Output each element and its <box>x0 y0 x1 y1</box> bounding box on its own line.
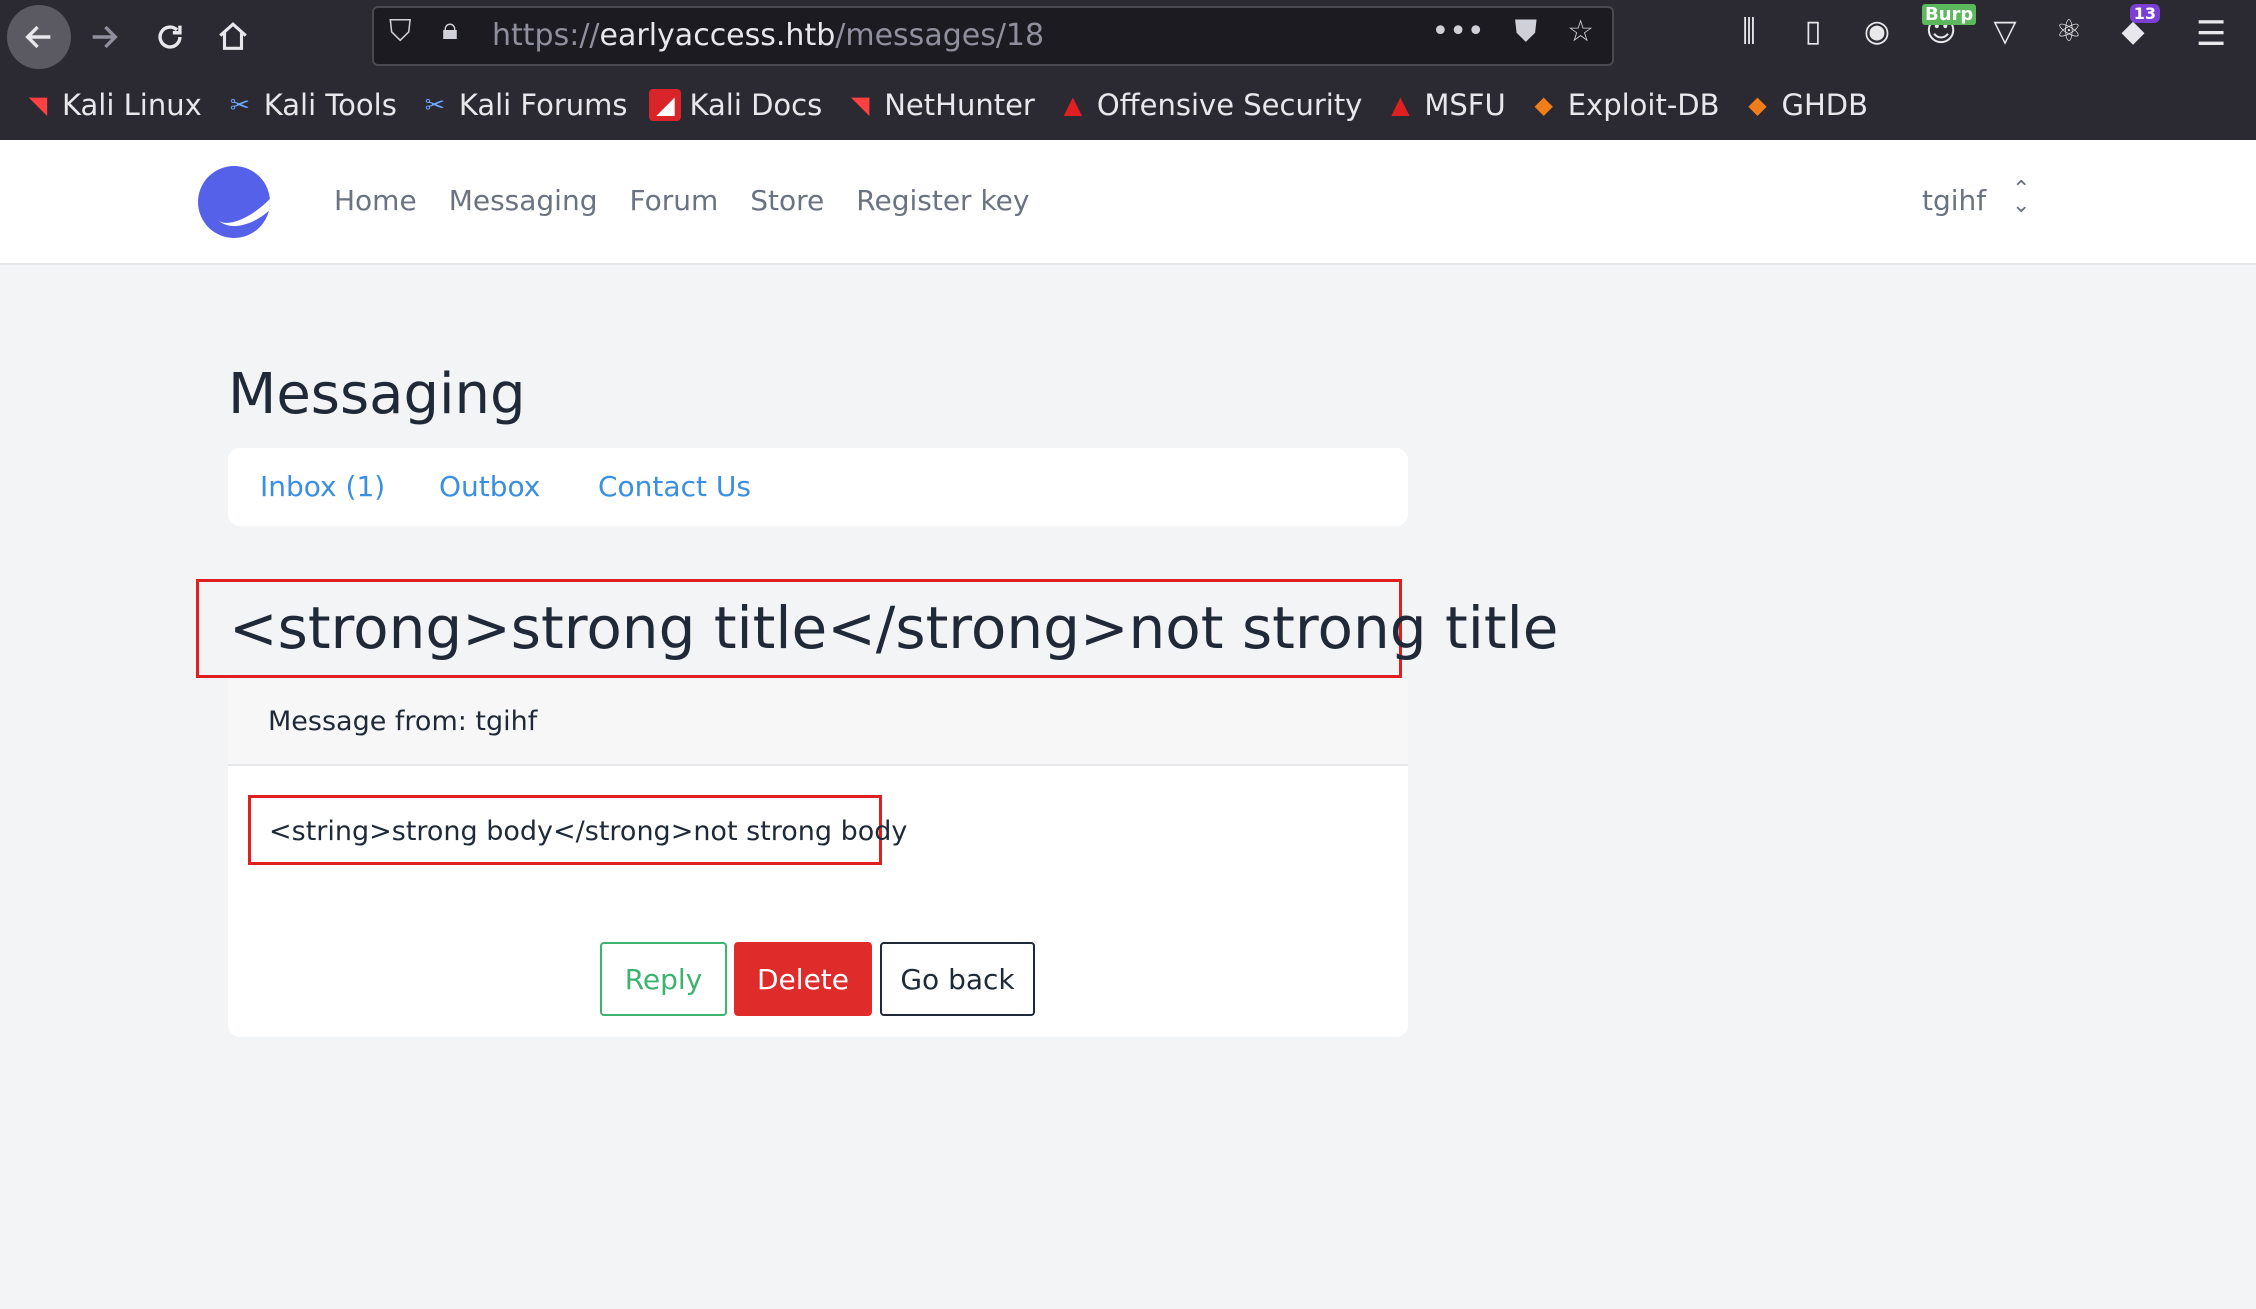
reply-button[interactable]: Reply <box>600 942 727 1016</box>
forward-button[interactable] <box>72 5 136 69</box>
nav-register-key[interactable]: Register key <box>856 184 1029 217</box>
bookmark-label: NetHunter <box>884 88 1035 122</box>
lock-icon[interactable]: 🔒︎ <box>442 12 458 47</box>
bookmark-kali-forums[interactable]: ✂ Kali Forums <box>419 88 628 122</box>
kali-forums-icon: ✂ <box>424 91 445 119</box>
nav-store[interactable]: Store <box>750 184 824 217</box>
chevron-updown-icon[interactable]: ⌃ ⌄ <box>2012 179 2030 217</box>
delete-button[interactable]: Delete <box>734 942 872 1016</box>
account-icon[interactable]: ◉ <box>1858 14 1896 49</box>
arrow-left-icon <box>25 25 51 49</box>
arrow-right-icon <box>92 25 118 49</box>
bookmark-label: GHDB <box>1781 88 1869 122</box>
site-logo[interactable] <box>198 166 270 238</box>
message-body: <string>strong body</strong>not strong b… <box>269 816 908 847</box>
react-devtools-icon[interactable]: ⚛ <box>2050 14 2088 49</box>
bookmarks-bar: ◥ Kali Linux ✂ Kali Tools ✂ Kali Forums ◢ Ka… <box>22 88 1890 122</box>
message-subject: <strong>strong title</strong>not strong … <box>229 594 1559 662</box>
extension-badge-icon[interactable]: ◆ 13 <box>2114 4 2160 49</box>
tab-contact-us[interactable]: Contact Us <box>598 470 751 503</box>
bookmark-offensive-security[interactable]: ▲ Offensive Security <box>1057 88 1363 122</box>
messaging-tabs: Inbox (1) Outbox Contact Us <box>228 448 1408 526</box>
message-card: Message from: tgihf <string>strong body<… <box>228 678 1408 1037</box>
url-path: /messages/18 <box>835 18 1045 53</box>
bookmark-kali-linux[interactable]: ◥ Kali Linux <box>22 88 202 122</box>
url-host: earlyaccess.htb <box>599 18 836 53</box>
tracking-shield-icon[interactable]: ⛉ <box>389 14 412 49</box>
kali-docs-icon: ◢ <box>649 89 682 121</box>
bookmark-exploit-db[interactable]: ◆ Exploit-DB <box>1528 88 1720 122</box>
home-icon <box>219 22 247 50</box>
home-button[interactable] <box>201 5 265 69</box>
kali-dragon-icon: ◥ <box>28 91 48 119</box>
browser-chrome: ⛉ 🔒︎ https://earlyaccess.htb/messages/18… <box>0 0 2256 140</box>
bookmark-label: Exploit-DB <box>1567 88 1720 122</box>
message-header: Message from: tgihf <box>228 678 1408 766</box>
nav-messaging[interactable]: Messaging <box>449 184 598 217</box>
bookmark-label: Kali Tools <box>263 88 397 122</box>
bookmark-label: Kali Forums <box>458 88 628 122</box>
user-menu[interactable]: tgihf <box>1922 184 1986 217</box>
tab-inbox[interactable]: Inbox (1) <box>260 470 385 503</box>
nethunter-icon: ◥ <box>851 91 870 119</box>
page-title: Messaging <box>228 362 526 427</box>
exploit-db-icon: ◆ <box>1534 91 1553 119</box>
tab-outbox[interactable]: Outbox <box>439 470 540 503</box>
go-back-button[interactable]: Go back <box>880 942 1035 1016</box>
body-highlight-box: <string>strong body</strong>not strong b… <box>248 795 907 865</box>
url-actions: ••• ⛊ ☆ <box>1432 14 1595 49</box>
bookmark-label: MSFU <box>1424 88 1506 122</box>
msfu-icon: ▲ <box>1391 91 1410 119</box>
bookmark-label: Offensive Security <box>1096 88 1363 122</box>
address-bar[interactable]: ⛉ 🔒︎ https://earlyaccess.htb/messages/18… <box>372 6 1614 66</box>
offsec-icon: ▲ <box>1063 91 1083 119</box>
bookmark-kali-docs[interactable]: ◢ Kali Docs <box>649 88 822 122</box>
sidebar-icon[interactable]: ▯ <box>1794 14 1832 49</box>
bookmark-nethunter[interactable]: ◥ NetHunter <box>844 88 1035 122</box>
url-text[interactable]: https://earlyaccess.htb/messages/18 <box>492 18 1044 53</box>
bookmark-msfu[interactable]: ▲ MSFU <box>1384 88 1506 122</box>
url-scheme: https:// <box>492 18 600 53</box>
pocket-icon[interactable]: ⛊ <box>1515 14 1538 49</box>
burp-extension-icon[interactable]: ☺ Burp <box>1922 4 1977 49</box>
reload-button[interactable] <box>138 5 202 69</box>
main-nav: Home Messaging Forum Store Register key <box>334 184 1029 217</box>
site-header: Home Messaging Forum Store Register key … <box>0 140 2256 265</box>
vue-devtools-icon[interactable]: ▽ <box>1986 14 2024 49</box>
ghdb-icon: ◆ <box>1748 91 1767 119</box>
burp-badge: Burp <box>1922 4 1977 25</box>
kali-tools-icon: ✂ <box>229 91 250 119</box>
page-actions-icon[interactable]: ••• <box>1432 14 1485 49</box>
bookmark-star-icon[interactable]: ☆ <box>1567 14 1594 49</box>
nav-home[interactable]: Home <box>334 184 417 217</box>
bookmark-ghdb[interactable]: ◆ GHDB <box>1742 88 1869 122</box>
extension-count-badge: 13 <box>2129 4 2160 23</box>
back-button[interactable] <box>7 5 71 69</box>
hamburger-menu-icon[interactable]: ☰ <box>2196 14 2226 54</box>
bookmark-label: Kali Linux <box>62 88 202 122</box>
nav-forum[interactable]: Forum <box>629 184 718 217</box>
subject-highlight-box: <strong>strong title</strong>not strong … <box>196 579 1558 678</box>
toolbar-extensions: ⫼ ▯ ◉ ☺ Burp ▽ ⚛ ◆ 13 <box>1730 4 2160 49</box>
bookmark-label: Kali Docs <box>689 88 823 122</box>
message-sender: Message from: tgihf <box>268 706 538 737</box>
bookmark-kali-tools[interactable]: ✂ Kali Tools <box>224 88 397 122</box>
library-icon[interactable]: ⫼ <box>1730 14 1768 49</box>
reload-icon <box>158 25 182 49</box>
